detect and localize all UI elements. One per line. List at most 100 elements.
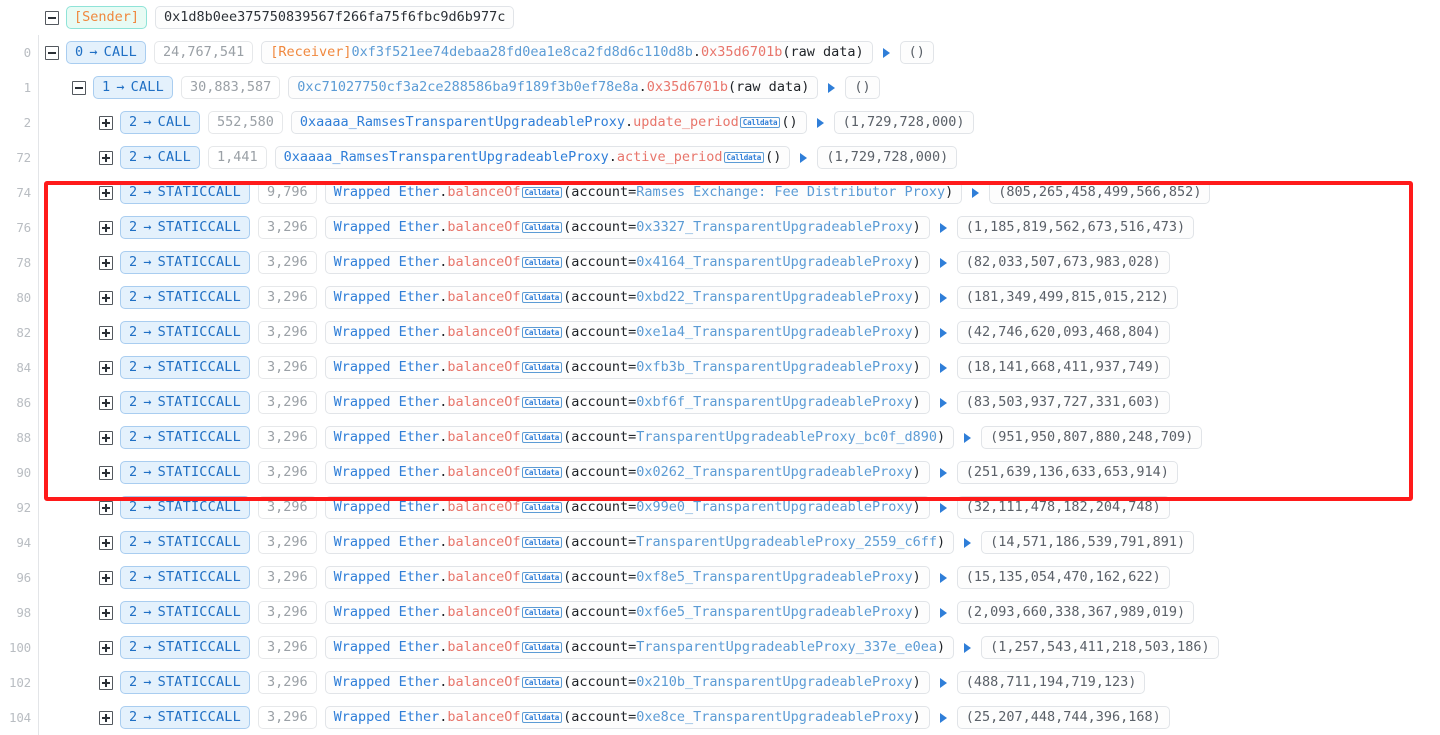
op-type-badge[interactable]: 2 → STATICCALL <box>120 321 250 344</box>
op-type-badge[interactable]: 2 → CALL <box>120 146 200 169</box>
expand-toggle[interactable] <box>99 395 113 410</box>
op-type-badge[interactable]: 2 → STATICCALL <box>120 706 250 729</box>
trace-row: 74 2 → STATICCALL 9,796 Wrapped Ether. balance… <box>0 175 1440 210</box>
call-signature[interactable]: Wrapped Ether. balanceOf Calldata(account=… <box>324 706 930 729</box>
op-type-badge[interactable]: 2 → STATICCALL <box>120 636 250 659</box>
line-number: 86 <box>16 395 31 410</box>
expand-return-caret[interactable] <box>939 327 947 338</box>
expand-return-caret[interactable] <box>939 292 947 303</box>
call-signature[interactable]: Wrapped Ether. balanceOf Calldata(account=… <box>324 391 930 414</box>
row-body: 2 → STATICCALL 3,296 Wrapped Ether. balanceOf… <box>39 706 1178 729</box>
op-type-badge[interactable]: 2 → CALL <box>120 111 200 134</box>
row-body: 2 → STATICCALL 3,296 Wrapped Ether. balanceOf… <box>39 566 1178 589</box>
expand-return-caret[interactable] <box>964 432 972 443</box>
op-type-badge[interactable]: 2 → STATICCALL <box>120 671 250 694</box>
call-signature[interactable]: Wrapped Ether. balanceOf Calldata(account=… <box>324 216 930 239</box>
calldata-badge: Calldata <box>521 327 563 338</box>
expand-return-caret[interactable] <box>939 677 947 688</box>
expand-return-caret[interactable] <box>816 117 824 128</box>
expand-toggle[interactable] <box>99 255 113 270</box>
op-type-label: STATICCALL <box>157 253 241 270</box>
op-type-badge[interactable]: 2 → STATICCALL <box>120 216 250 239</box>
expand-return-caret[interactable] <box>800 152 808 163</box>
call-signature[interactable]: Wrapped Ether. balanceOf Calldata(account=… <box>324 461 930 484</box>
arg-value: 0xf6e5_TransparentUpgradeableProxy <box>636 603 913 620</box>
call-signature[interactable]: 0xaaaa_RamsesTransparentUpgradeableProxy… <box>290 111 807 134</box>
arg-value: 0x99e0_TransparentUpgradeableProxy <box>636 498 913 515</box>
collapse-toggle[interactable] <box>45 45 59 60</box>
expand-return-caret[interactable] <box>939 397 947 408</box>
call-signature[interactable]: 0xaaaa_RamsesTransparentUpgradeableProxy… <box>274 146 791 169</box>
expand-return-caret[interactable] <box>882 47 890 58</box>
call-signature[interactable]: Wrapped Ether. balanceOf Calldata(account=… <box>324 181 963 204</box>
call-signature[interactable]: Wrapped Ether. balanceOf Calldata(account=… <box>324 531 955 554</box>
call-signature[interactable]: Wrapped Ether. balanceOf Calldata(account=… <box>324 426 955 449</box>
expand-return-caret[interactable] <box>939 257 947 268</box>
call-signature[interactable]: Wrapped Ether. balanceOf Calldata(account=… <box>324 321 930 344</box>
expand-toggle[interactable] <box>99 570 113 585</box>
expand-return-caret[interactable] <box>964 537 972 548</box>
op-type-badge[interactable]: 2 → STATICCALL <box>120 601 250 624</box>
expand-toggle[interactable] <box>99 535 113 550</box>
expand-toggle[interactable] <box>99 325 113 340</box>
expand-return-caret[interactable] <box>828 82 836 93</box>
op-type-badge[interactable]: 1 → CALL <box>93 76 173 99</box>
expand-toggle[interactable] <box>99 290 113 305</box>
expand-return-caret[interactable] <box>964 642 972 653</box>
expand-toggle[interactable] <box>99 605 113 620</box>
arrow-icon: → <box>143 323 152 340</box>
op-type-badge[interactable]: 0 → CALL <box>66 41 146 64</box>
line-number: 102 <box>9 675 31 690</box>
op-type-badge[interactable]: 2 → STATICCALL <box>120 356 250 379</box>
call-signature[interactable]: Wrapped Ether. balanceOf Calldata(account=… <box>324 601 930 624</box>
call-signature[interactable]: Wrapped Ether. balanceOf Calldata(account=… <box>324 251 930 274</box>
calldata-badge: Calldata <box>521 502 563 513</box>
contract-name: Wrapped Ether <box>333 323 440 340</box>
expand-toggle[interactable] <box>99 675 113 690</box>
expand-toggle[interactable] <box>99 115 113 130</box>
op-type-badge[interactable]: 2 → STATICCALL <box>120 566 250 589</box>
method-name: balanceOf <box>447 358 521 375</box>
expand-toggle[interactable] <box>99 185 113 200</box>
expand-return-caret[interactable] <box>972 187 980 198</box>
call-signature[interactable]: Wrapped Ether. balanceOf Calldata(account=… <box>324 356 930 379</box>
expand-toggle[interactable] <box>99 710 113 725</box>
call-signature[interactable]: Wrapped Ether. balanceOf Calldata(account=… <box>324 286 930 309</box>
expand-toggle[interactable] <box>99 465 113 480</box>
sender-address[interactable]: 0x1d8b0ee375750839567f266fa75f6fbc9d6b97… <box>155 6 515 29</box>
expand-toggle[interactable] <box>99 220 113 235</box>
expand-return-caret[interactable] <box>939 362 947 373</box>
op-type-badge[interactable]: 2 → STATICCALL <box>120 251 250 274</box>
expand-return-caret[interactable] <box>939 572 947 583</box>
expand-toggle[interactable] <box>99 430 113 445</box>
line-number: 80 <box>16 290 31 305</box>
op-type-badge[interactable]: 2 → STATICCALL <box>120 461 250 484</box>
expand-return-caret[interactable] <box>939 607 947 618</box>
call-signature[interactable]: Wrapped Ether. balanceOf Calldata(account=… <box>324 671 930 694</box>
call-signature[interactable]: Wrapped Ether. balanceOf Calldata(account=… <box>324 496 930 519</box>
call-signature[interactable]: [Receiver] 0xf3f521ee74debaa28fd0ea1e8ca… <box>261 41 873 64</box>
op-type-badge[interactable]: 2 → STATICCALL <box>120 426 250 449</box>
expand-toggle[interactable] <box>99 500 113 515</box>
op-type-badge[interactable]: 2 → STATICCALL <box>120 531 250 554</box>
expand-return-caret[interactable] <box>939 222 947 233</box>
expand-toggle[interactable] <box>99 640 113 655</box>
op-index: 2 <box>129 148 138 165</box>
call-signature[interactable]: Wrapped Ether. balanceOf Calldata(account=… <box>324 566 930 589</box>
call-signature[interactable]: 0xc71027750cf3a2ce288586ba9f189f3b0ef78e… <box>288 76 819 99</box>
op-type-badge[interactable]: 2 → STATICCALL <box>120 496 250 519</box>
op-type-badge[interactable]: 2 → STATICCALL <box>120 391 250 414</box>
collapse-toggle[interactable] <box>45 10 59 25</box>
op-type-badge[interactable]: 2 → STATICCALL <box>120 181 250 204</box>
collapse-toggle[interactable] <box>72 80 86 95</box>
expand-return-caret[interactable] <box>939 502 947 513</box>
expand-toggle[interactable] <box>99 360 113 375</box>
expand-return-caret[interactable] <box>939 712 947 723</box>
op-type-badge[interactable]: 2 → STATICCALL <box>120 286 250 309</box>
paren-open: ( <box>563 323 572 340</box>
expand-return-caret[interactable] <box>939 467 947 478</box>
line-number: 1 <box>23 80 32 95</box>
call-signature[interactable]: Wrapped Ether. balanceOf Calldata(account=… <box>324 636 955 659</box>
method-name: balanceOf <box>447 568 521 585</box>
expand-toggle[interactable] <box>99 150 113 165</box>
